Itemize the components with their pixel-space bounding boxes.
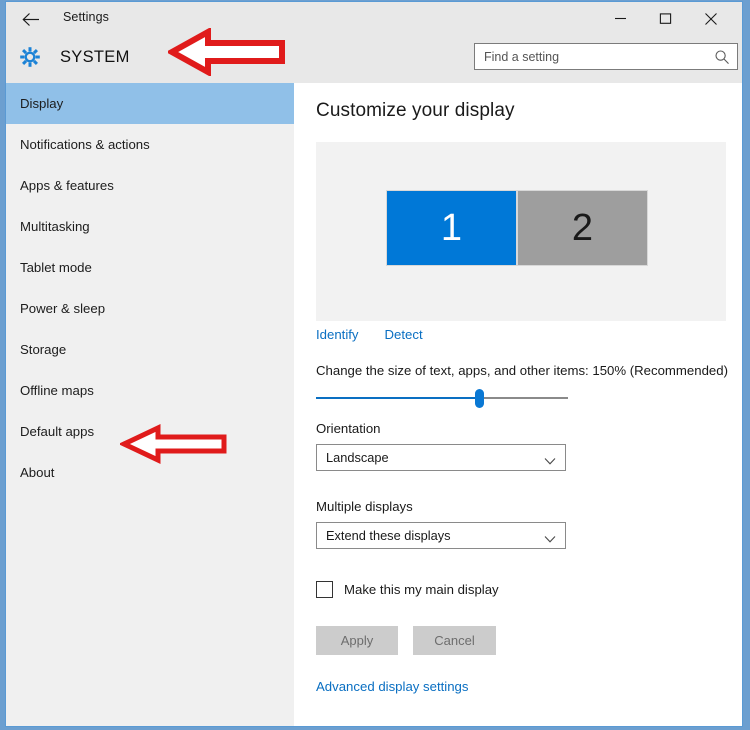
gear-icon	[16, 43, 44, 71]
search-icon[interactable]	[714, 49, 730, 65]
multiple-displays-dropdown[interactable]: Extend these displays	[316, 522, 566, 549]
sidebar-item-notifications-and-actions[interactable]: Notifications & actions	[6, 124, 294, 165]
sidebar-item-tablet-mode[interactable]: Tablet mode	[6, 247, 294, 288]
desktop-background: Settings SYSTEM Find a setting Display N…	[0, 0, 750, 730]
orientation-value: Landscape	[326, 450, 389, 465]
multiple-displays-value: Extend these displays	[326, 528, 451, 543]
minimize-icon	[615, 17, 626, 20]
title-bar: Settings	[6, 2, 742, 35]
sidebar-item-label: Storage	[20, 342, 67, 357]
orientation-label: Orientation	[316, 421, 381, 436]
display-actions: Identify Detect	[316, 327, 423, 342]
main-display-checkbox[interactable]	[316, 581, 333, 598]
content-heading: Customize your display	[316, 100, 515, 121]
close-icon	[704, 12, 717, 25]
sidebar-item-apps-and-features[interactable]: Apps & features	[6, 165, 294, 206]
settings-window: Settings SYSTEM Find a setting Display N…	[5, 1, 743, 727]
back-button[interactable]	[14, 6, 48, 32]
orientation-dropdown[interactable]: Landscape	[316, 444, 566, 471]
monitor-tile-1[interactable]: 1	[386, 190, 517, 266]
advanced-display-settings-link[interactable]: Advanced display settings	[316, 679, 468, 694]
sidebar-item-label: Multitasking	[20, 219, 90, 234]
main-display-checkbox-row[interactable]: Make this my main display	[316, 581, 499, 598]
sidebar-item-label: Power & sleep	[20, 301, 106, 316]
sidebar-item-label: Offline maps	[20, 383, 94, 398]
minimize-button[interactable]	[598, 2, 643, 35]
main-display-checkbox-label: Make this my main display	[344, 582, 499, 597]
sidebar-item-offline-maps[interactable]: Offline maps	[6, 370, 294, 411]
sidebar-item-label: Notifications & actions	[20, 137, 150, 152]
chevron-down-icon	[544, 531, 556, 543]
window-title: Settings	[63, 10, 109, 24]
apply-button[interactable]: Apply	[316, 626, 398, 655]
slider-track-remainder	[479, 397, 568, 399]
identify-link[interactable]: Identify	[316, 327, 359, 342]
sidebar-item-label: Default apps	[20, 424, 95, 439]
sidebar-item-power-and-sleep[interactable]: Power & sleep	[6, 288, 294, 329]
sidebar-item-about[interactable]: About	[6, 452, 294, 493]
maximize-button[interactable]	[643, 2, 688, 35]
slider-track-filled	[316, 397, 480, 399]
sidebar-item-display[interactable]: Display	[6, 83, 294, 124]
scale-slider-label: Change the size of text, apps, and other…	[316, 363, 728, 378]
page-header: SYSTEM	[6, 35, 742, 83]
chevron-down-icon	[544, 453, 556, 465]
content-pane: Customize your display 1 2 Identify Dete…	[294, 83, 742, 726]
page-title: SYSTEM	[60, 48, 130, 66]
sidebar-item-label: Tablet mode	[20, 260, 92, 275]
detect-link[interactable]: Detect	[385, 327, 423, 342]
sidebar-item-label: Display	[20, 96, 64, 111]
scale-slider[interactable]	[316, 387, 568, 409]
back-arrow-icon	[22, 12, 39, 26]
monitor-tile-2[interactable]: 2	[517, 190, 648, 266]
monitor-number: 1	[440, 207, 463, 249]
sidebar-item-storage[interactable]: Storage	[6, 329, 294, 370]
sidebar-item-multitasking[interactable]: Multitasking	[6, 206, 294, 247]
close-button[interactable]	[688, 2, 733, 35]
search-box[interactable]	[474, 43, 738, 70]
monitor-number: 2	[571, 207, 594, 249]
maximize-icon	[659, 13, 672, 24]
multiple-displays-label: Multiple displays	[316, 499, 413, 514]
search-input[interactable]	[475, 44, 709, 69]
slider-thumb[interactable]	[475, 389, 485, 408]
settings-sidebar: Display Notifications & actions Apps & f…	[6, 83, 294, 726]
sidebar-item-default-apps[interactable]: Default apps	[6, 411, 294, 452]
sidebar-item-label: About	[20, 465, 55, 480]
sidebar-item-label: Apps & features	[20, 178, 114, 193]
display-arrangement-preview[interactable]: 1 2	[316, 142, 726, 321]
cancel-button[interactable]: Cancel	[413, 626, 496, 655]
